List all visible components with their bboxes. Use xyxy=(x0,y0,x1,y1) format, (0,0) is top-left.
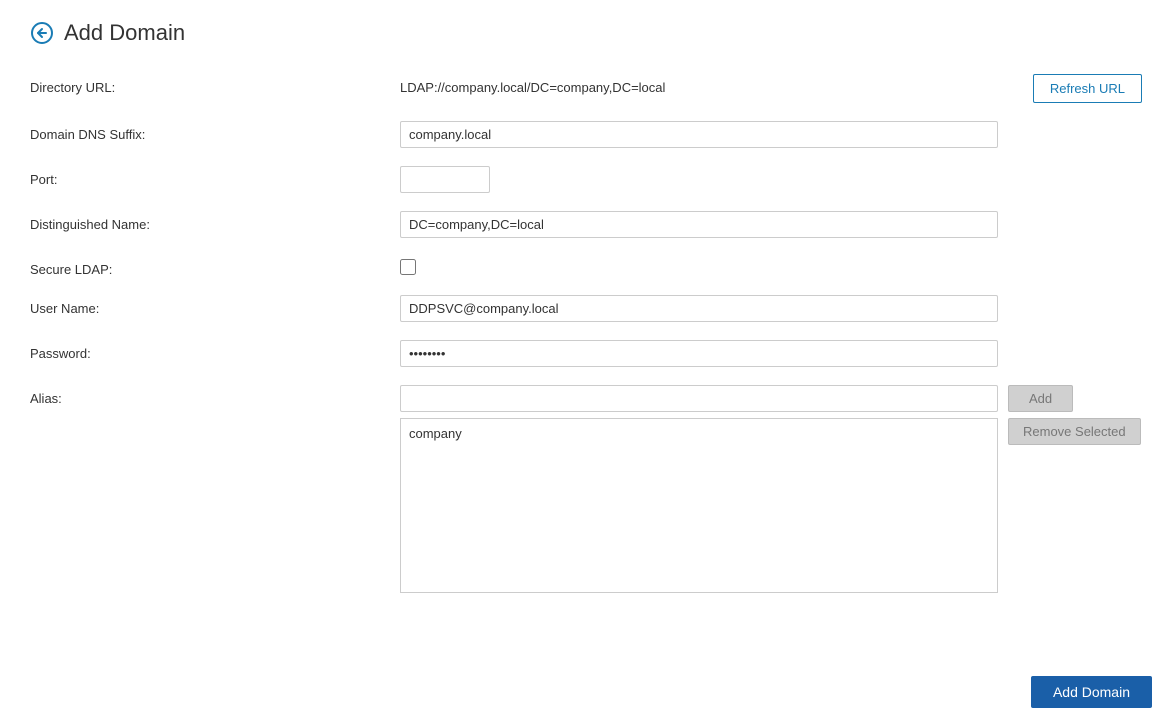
distinguished-name-label: Distinguished Name: xyxy=(30,211,400,232)
add-domain-button[interactable]: Add Domain xyxy=(1031,676,1152,708)
port-row: Port: xyxy=(30,166,1142,193)
port-label: Port: xyxy=(30,166,400,187)
page-header: Add Domain xyxy=(30,20,1142,46)
alias-row: Alias: Add xyxy=(30,385,1142,412)
secure-ldap-control-area xyxy=(400,256,1142,275)
password-row: Password: xyxy=(30,340,1142,367)
dns-suffix-control-area xyxy=(400,121,1142,148)
remove-selected-button[interactable]: Remove Selected xyxy=(1008,418,1141,445)
list-item[interactable]: company xyxy=(409,425,989,442)
secure-ldap-checkbox-container xyxy=(400,256,416,275)
password-label: Password: xyxy=(30,340,400,361)
password-input[interactable] xyxy=(400,340,998,367)
password-control-area xyxy=(400,340,1142,367)
secure-ldap-row: Secure LDAP: xyxy=(30,256,1142,277)
page-title: Add Domain xyxy=(64,20,185,46)
refresh-url-button[interactable]: Refresh URL xyxy=(1033,74,1142,103)
alias-control-area: Add xyxy=(400,385,1142,412)
directory-url-label: Directory URL: xyxy=(30,74,400,95)
username-input[interactable] xyxy=(400,295,998,322)
username-label: User Name: xyxy=(30,295,400,316)
distinguished-name-row: Distinguished Name: xyxy=(30,211,1142,238)
username-row: User Name: xyxy=(30,295,1142,322)
page-container: Add Domain Directory URL: LDAP://company… xyxy=(0,0,1172,613)
secure-ldap-label: Secure LDAP: xyxy=(30,256,400,277)
dns-suffix-row: Domain DNS Suffix: xyxy=(30,121,1142,148)
alias-listbox[interactable]: company xyxy=(400,418,998,593)
alias-input[interactable] xyxy=(400,385,998,412)
distinguished-name-control-area xyxy=(400,211,1142,238)
port-input[interactable] xyxy=(400,166,490,193)
directory-url-row: Directory URL: LDAP://company.local/DC=c… xyxy=(30,74,1142,103)
add-alias-button[interactable]: Add xyxy=(1008,385,1073,412)
directory-url-control-area: LDAP://company.local/DC=company,DC=local… xyxy=(400,74,1142,103)
alias-list-area: company Remove Selected xyxy=(400,418,1141,593)
port-control-area xyxy=(400,166,1142,193)
distinguished-name-input[interactable] xyxy=(400,211,998,238)
dns-suffix-input[interactable] xyxy=(400,121,998,148)
dns-suffix-label: Domain DNS Suffix: xyxy=(30,121,400,142)
back-icon[interactable] xyxy=(30,21,54,45)
username-control-area xyxy=(400,295,1142,322)
alias-label: Alias: xyxy=(30,385,400,406)
secure-ldap-checkbox[interactable] xyxy=(400,259,416,275)
alias-list-row: company Remove Selected xyxy=(30,418,1142,593)
directory-url-value: LDAP://company.local/DC=company,DC=local xyxy=(400,74,1023,95)
